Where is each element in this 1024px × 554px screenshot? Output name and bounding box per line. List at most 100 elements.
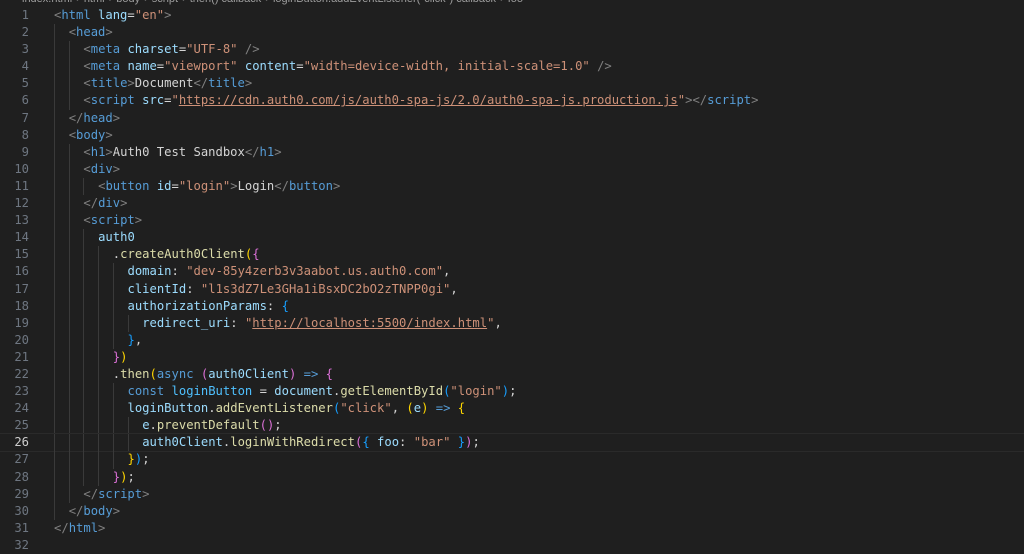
code-line[interactable]: 16 domain: "dev-85y4zerb3v3aabot.us.auth0… bbox=[0, 263, 1024, 281]
indent-guide bbox=[54, 126, 55, 144]
code-line[interactable]: 19 redirect_uri: "http://localhost:5500/i… bbox=[0, 314, 1024, 332]
code-line[interactable]: 21}) bbox=[0, 348, 1024, 366]
breadcrumb-item[interactable]: script bbox=[152, 0, 178, 5]
code-token: : bbox=[186, 281, 201, 296]
code-line[interactable]: 2 <head> bbox=[0, 24, 1024, 42]
code-line[interactable]: 8 <body> bbox=[0, 126, 1024, 144]
breadcrumb-item[interactable]: index.html bbox=[22, 0, 72, 5]
code-line[interactable]: 30 </body> bbox=[0, 502, 1024, 520]
code-token: > bbox=[134, 213, 143, 228]
indent-guide bbox=[54, 400, 55, 418]
code-line[interactable]: 17 clientId: "l1s3dZ7Le3GHa1iBsxDC2bO2zTN… bbox=[0, 280, 1024, 298]
code-token: < bbox=[83, 76, 91, 91]
line-number: 18 bbox=[14, 298, 29, 313]
code-token: ) bbox=[120, 349, 128, 364]
indent-guide bbox=[83, 417, 85, 435]
breadcrumb[interactable]: index.html›html›body›script›then() callb… bbox=[22, 0, 523, 5]
indent-guide bbox=[68, 297, 70, 315]
code-token: > bbox=[98, 520, 106, 535]
code-token: html bbox=[61, 8, 91, 22]
code-token: } bbox=[127, 452, 135, 467]
indent-guide bbox=[112, 417, 114, 435]
code-token: domain bbox=[127, 264, 172, 279]
code-line[interactable]: 14 auth0 bbox=[0, 229, 1024, 247]
line-number: 9 bbox=[21, 144, 29, 159]
indent-guide bbox=[83, 365, 85, 384]
indent-guide bbox=[112, 297, 114, 315]
indent-guide bbox=[54, 24, 55, 42]
code-line[interactable]: 18 authorizationParams: { bbox=[0, 297, 1024, 315]
code-token: </ bbox=[244, 144, 260, 159]
code-line[interactable]: 5 <title>Document</title> bbox=[0, 75, 1024, 93]
indent-guide bbox=[83, 229, 85, 247]
code-token: => bbox=[303, 366, 319, 381]
indent-guide bbox=[54, 229, 55, 247]
indent-guide bbox=[68, 485, 70, 503]
code-line[interactable]: 9 <h1>Auth0 Test Sandbox</h1> bbox=[0, 143, 1024, 161]
code-line[interactable]: 6 <script src="https://cdn.auth0.com/js/a… bbox=[0, 92, 1024, 110]
indent-guide bbox=[83, 451, 85, 469]
code-token: , bbox=[494, 315, 502, 330]
code-line[interactable]: 26 auth0Client.loginWithRedirect({ foo: "… bbox=[0, 433, 1024, 453]
code-token: () bbox=[259, 418, 275, 433]
indent-guide bbox=[98, 263, 100, 281]
indent-guide bbox=[54, 58, 55, 76]
code-token: auth0Client bbox=[142, 435, 223, 450]
code-line[interactable]: 25 e.preventDefault(); bbox=[0, 417, 1024, 435]
code-token: h1 bbox=[90, 144, 106, 159]
code-line[interactable]: 1 <html lang="en"> bbox=[0, 7, 1024, 24]
indent-guide bbox=[83, 314, 85, 332]
line-content: domain: "dev-85y4zerb3v3aabot.us.auth0.c… bbox=[128, 263, 451, 280]
code-line[interactable]: 7 </head> bbox=[0, 109, 1024, 127]
line-number: 29 bbox=[14, 486, 29, 501]
indent-guide bbox=[68, 58, 70, 76]
breadcrumb-item[interactable]: loginButton.addEventListener("click") ca… bbox=[273, 0, 496, 5]
code-line[interactable]: 27}); bbox=[0, 451, 1024, 469]
code-line[interactable]: 20}, bbox=[0, 331, 1024, 349]
indent-guide bbox=[127, 417, 129, 435]
code-line[interactable]: 4 <meta name="viewport" content="width=de… bbox=[0, 58, 1024, 76]
code-token: ></ bbox=[685, 93, 708, 108]
code-token: foo bbox=[377, 435, 400, 450]
indent-guide bbox=[83, 348, 85, 366]
code-token: </ bbox=[68, 503, 84, 518]
code-line[interactable]: 13 <script> bbox=[0, 212, 1024, 230]
code-token: authorizationParams bbox=[127, 298, 267, 313]
code-token: /> bbox=[597, 59, 612, 74]
code-line[interactable]: 32 bbox=[0, 537, 1024, 554]
code-token: ; bbox=[127, 469, 135, 484]
code-line[interactable]: 31 </html> bbox=[0, 520, 1024, 537]
code-token: head bbox=[76, 25, 106, 40]
code-token: script bbox=[707, 93, 752, 108]
code-line[interactable]: 15 .createAuth0Client({ bbox=[0, 246, 1024, 264]
indent-guide bbox=[112, 280, 114, 298]
code-line[interactable]: 29 </script> bbox=[0, 485, 1024, 503]
breadcrumb-item[interactable]: body bbox=[116, 0, 140, 5]
code-line[interactable]: 28}); bbox=[0, 468, 1024, 486]
code-token: > bbox=[112, 161, 121, 176]
code-token: > bbox=[105, 25, 113, 40]
code-line[interactable]: 12 </div> bbox=[0, 195, 1024, 213]
breadcrumb-item[interactable]: foo bbox=[508, 0, 523, 5]
code-line[interactable]: 22 .then(async (auth0Client) => { bbox=[0, 365, 1024, 384]
code-line[interactable]: 10 <div> bbox=[0, 160, 1024, 178]
indent-guide bbox=[68, 400, 70, 418]
code-token: < bbox=[83, 42, 91, 57]
code-area[interactable]: 1 <html lang="en"> 2 <head> 3 <meta charset="… bbox=[0, 7, 1024, 554]
code-line[interactable]: 23 const loginButton = document.getElemen… bbox=[0, 383, 1024, 401]
code-token: "UTF-8" bbox=[186, 42, 238, 57]
indent-guide bbox=[68, 143, 70, 161]
breadcrumb-item[interactable]: then() callback bbox=[190, 0, 262, 5]
line-content: redirect_uri: "http://localhost:5500/ind… bbox=[142, 315, 502, 332]
code-line[interactable]: 24 loginButton.addEventListener("click", … bbox=[0, 400, 1024, 418]
indent-guide bbox=[54, 195, 55, 213]
breadcrumb-separator-icon: › bbox=[500, 0, 504, 5]
code-line[interactable]: 11 <button id="login">Login</button> bbox=[0, 177, 1024, 196]
code-token: " bbox=[677, 93, 686, 108]
code-line[interactable]: 3 <meta charset="UTF-8" /> bbox=[0, 41, 1024, 59]
indent-guide bbox=[68, 229, 70, 247]
code-editor[interactable]: index.html›html›body›script›then() callb… bbox=[0, 0, 1024, 554]
breadcrumb-item[interactable]: html bbox=[84, 0, 105, 5]
